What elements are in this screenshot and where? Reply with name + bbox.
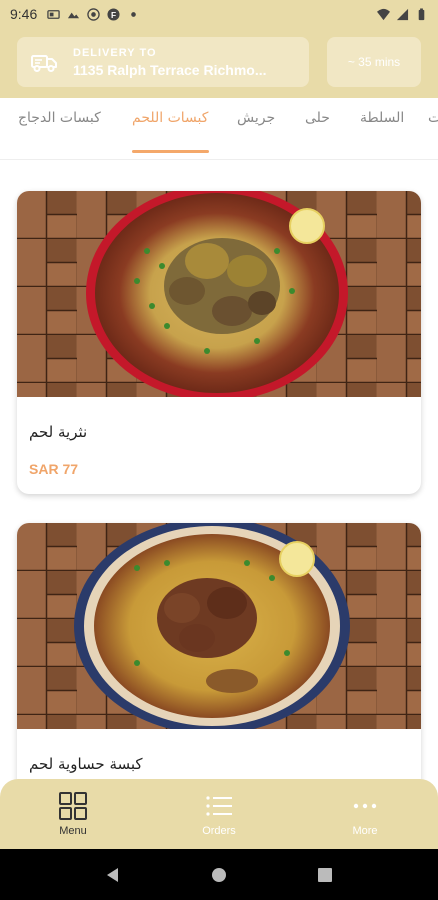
eta-text: ~ 35 mins <box>347 55 401 69</box>
active-tab-indicator <box>132 150 209 153</box>
nav-menu[interactable]: Menu <box>0 779 146 849</box>
product-card[interactable]: نثرية لحم SAR 77 <box>17 191 421 494</box>
grid-icon <box>59 792 87 820</box>
status-bar: 9:46 F <box>0 0 438 28</box>
more-icon <box>353 803 377 809</box>
nav-orders[interactable]: Orders <box>146 779 292 849</box>
tab-chicken-kabsa[interactable]: كبسات الدجاج <box>18 110 101 126</box>
delivery-label: DELIVERY TO <box>73 46 157 59</box>
delivery-address: 1135 Ralph Terrace Richmo... <box>73 61 267 78</box>
nav-orders-label: Orders <box>202 825 236 837</box>
tab-meat-kabsa[interactable]: كبسات اللحم <box>132 110 208 126</box>
list-icon <box>206 796 232 816</box>
status-left-icons: F <box>47 7 140 21</box>
tab-more[interactable]: ت <box>428 110 438 126</box>
record-icon <box>87 7 100 21</box>
delivery-truck-icon <box>31 55 57 72</box>
bottom-navigation: Menu Orders More <box>0 779 438 849</box>
delivery-text: DELIVERY TO 1135 Ralph Terrace Richmo... <box>73 47 299 78</box>
recents-icon[interactable] <box>316 866 334 884</box>
svg-text:F: F <box>111 9 116 19</box>
nav-more-label: More <box>352 825 378 837</box>
system-nav-bar <box>0 849 438 900</box>
status-time: 9:46 <box>10 6 38 22</box>
product-card[interactable]: كبسة حساوية لحم <box>17 523 421 813</box>
back-icon[interactable] <box>104 866 122 884</box>
product-name: نثرية لحم <box>29 423 88 441</box>
category-tabs: كبسات الدجاج كبسات اللحم جريش حلى السلطة… <box>0 98 438 160</box>
sim-icon <box>47 9 60 19</box>
status-right-icons <box>377 7 428 21</box>
tab-sweets[interactable]: حلى <box>305 110 330 126</box>
header: DELIVERY TO 1135 Ralph Terrace Richmo...… <box>0 28 438 98</box>
dot-icon <box>131 11 137 17</box>
nav-menu-label: Menu <box>59 825 87 837</box>
product-info: كبسة حساوية لحم <box>17 755 421 773</box>
app-f-icon: F <box>107 7 120 21</box>
nav-more[interactable]: More <box>292 779 438 849</box>
product-image <box>17 191 421 397</box>
delivery-address-button[interactable]: DELIVERY TO 1135 Ralph Terrace Richmo... <box>17 37 309 87</box>
product-price: SAR 77 <box>29 461 79 477</box>
product-image <box>17 523 421 729</box>
wifi-icon <box>377 8 390 20</box>
signal-icon <box>396 8 409 20</box>
tab-jareesh[interactable]: جريش <box>237 110 275 126</box>
photo-icon <box>68 12 80 18</box>
product-info: نثرية لحم SAR 77 <box>17 423 421 477</box>
battery-icon <box>418 7 425 20</box>
home-icon[interactable] <box>210 866 228 884</box>
tab-salad[interactable]: السلطة <box>360 110 404 126</box>
product-name: كبسة حساوية لحم <box>29 755 143 773</box>
eta-badge: ~ 35 mins <box>327 37 421 87</box>
